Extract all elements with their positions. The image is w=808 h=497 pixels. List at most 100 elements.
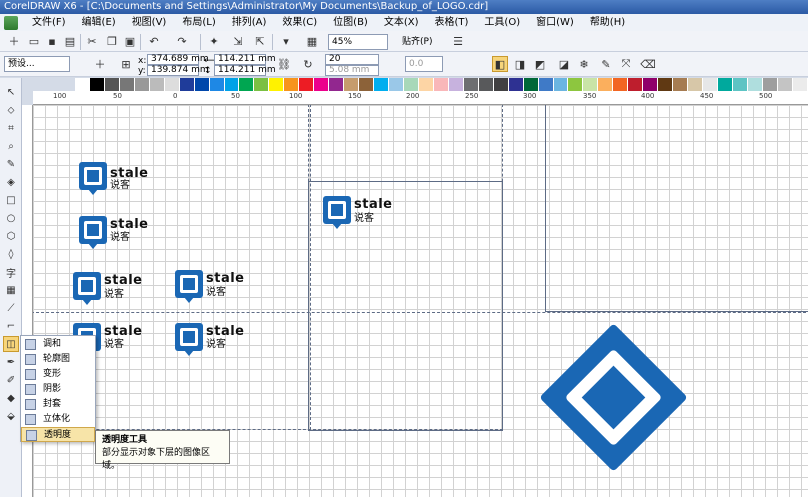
x-position-field[interactable]: 374.689 mm xyxy=(147,54,209,65)
title-bar: CorelDRAW X6 - [C:\Documents and Setting… xyxy=(0,0,808,14)
logo-brand: stale xyxy=(110,217,149,232)
options-icon[interactable]: ☰ xyxy=(450,33,466,49)
copy-fill-icon[interactable]: ◪ xyxy=(556,56,572,72)
eyedropper-tool-icon[interactable]: ✒ xyxy=(3,354,19,370)
flyout-item-transparency[interactable]: 透明度 xyxy=(21,427,95,442)
search-content-icon[interactable]: ✦ xyxy=(206,33,222,49)
polygon-tool-icon[interactable]: ⬡ xyxy=(3,228,19,244)
page-box-right xyxy=(545,105,808,312)
rectangle-tool-icon[interactable]: □ xyxy=(3,192,19,208)
preset-select[interactable]: 预设... xyxy=(4,56,70,72)
menu-help[interactable]: 帮助(H) xyxy=(582,14,633,31)
toolbox: ↖ ⬦ ⌗ ⌕ ✎ ◈ □ ○ ⬡ ◊ 字 ▦ ⟋ ⌐ ◫ ✒ ✐ ◆ ⬙ xyxy=(0,78,22,497)
rotate-icon[interactable]: ↻ xyxy=(300,56,316,72)
logo-sub: 说客 xyxy=(110,232,130,243)
crop-tool-icon[interactable]: ⌗ xyxy=(3,120,19,136)
flyout-item-extrude[interactable]: 立体化 xyxy=(21,412,95,427)
export-icon[interactable]: ⇱ xyxy=(252,33,268,49)
new-icon[interactable]: ＋ xyxy=(6,33,22,49)
interactive-fill-icon[interactable]: ◧ xyxy=(492,56,508,72)
clear-icon[interactable]: ⌫ xyxy=(640,56,656,72)
step-y-field[interactable]: 5.08 mm xyxy=(325,65,379,76)
logo-brand: stale xyxy=(354,197,393,212)
menu-table[interactable]: 表格(T) xyxy=(427,14,477,31)
outline-pen-icon[interactable]: ✐ xyxy=(3,372,19,388)
effects-flyout-menu: 调和 轮廓图 变形 阴影 封套 立体化 透明度 xyxy=(20,335,96,442)
zoom-level-select[interactable]: 45% xyxy=(328,34,388,50)
flyout-item-envelope[interactable]: 封套 xyxy=(21,397,95,412)
undo-icon[interactable]: ↶ xyxy=(146,33,162,49)
flyout-item-shadow[interactable]: 阴影 xyxy=(21,382,95,397)
menu-tools[interactable]: 工具(O) xyxy=(476,14,528,31)
zoom-tool-icon[interactable]: ⌕ xyxy=(3,138,19,154)
step-x-field[interactable]: 20 xyxy=(325,54,379,65)
flyout-item-distort[interactable]: 变形 xyxy=(21,367,95,382)
connector-tool-icon[interactable]: ⌐ xyxy=(3,318,19,334)
flyout-item-blend[interactable]: 调和 xyxy=(21,337,95,352)
logo-mark[interactable] xyxy=(175,323,203,356)
logo-mark[interactable] xyxy=(79,162,107,195)
selected-logo-mark[interactable] xyxy=(539,323,688,472)
table-tool-icon[interactable]: ▦ xyxy=(3,282,19,298)
blend-tool-icon[interactable]: ◫ xyxy=(3,336,19,352)
welcome-screen-icon[interactable]: ▦ xyxy=(304,33,320,49)
distort-icon xyxy=(25,369,36,380)
menu-window[interactable]: 窗口(W) xyxy=(528,14,582,31)
dimension-tool-icon[interactable]: ⟋ xyxy=(3,300,19,316)
logo-mark[interactable] xyxy=(73,272,101,305)
shadow-icon xyxy=(25,384,36,395)
logo-sub: 说客 xyxy=(110,180,130,191)
save-icon[interactable]: ▪ xyxy=(44,33,60,49)
transform-icon[interactable]: ⤧ xyxy=(618,56,634,72)
menu-effects[interactable]: 效果(C) xyxy=(274,14,325,31)
menu-arrange[interactable]: 排列(A) xyxy=(224,14,275,31)
menu-file[interactable]: 文件(F) xyxy=(24,14,74,31)
logo-mark[interactable] xyxy=(323,196,351,229)
import-icon[interactable]: ⇲ xyxy=(230,33,246,49)
flyout-item-contour[interactable]: 轮廓图 xyxy=(21,352,95,367)
logo-mark[interactable] xyxy=(79,216,107,249)
outline-width-field[interactable]: 0.0 xyxy=(405,56,443,72)
open-icon[interactable]: ▭ xyxy=(26,33,42,49)
logo-sub: 说客 xyxy=(104,289,124,300)
add-preset-icon[interactable]: ＋ xyxy=(92,56,108,72)
menu-layout[interactable]: 布局(L) xyxy=(174,14,223,31)
freehand-tool-icon[interactable]: ✎ xyxy=(3,156,19,172)
lock-ratio-icon[interactable]: ⛓ xyxy=(276,56,292,72)
tool-tooltip: 透明度工具 部分显示对象下层的图像区域。 xyxy=(95,430,230,471)
freeze-icon[interactable]: ❄ xyxy=(576,56,592,72)
property-bar: 预设... ＋ ⊞ x: 374.689 mm y: 139.874 mm ⟷ … xyxy=(0,52,808,77)
color-palette[interactable] xyxy=(75,78,808,91)
extrude-icon xyxy=(25,414,36,425)
logo-mark[interactable] xyxy=(175,270,203,303)
eyedropper-icon[interactable]: ◩ xyxy=(532,56,548,72)
pick-tool-icon[interactable]: ↖ xyxy=(3,84,19,100)
cut-icon[interactable]: ✂ xyxy=(84,33,100,49)
print-icon[interactable]: ▤ xyxy=(62,33,78,49)
menu-text[interactable]: 文本(X) xyxy=(376,14,427,31)
smart-fill-icon[interactable]: ◈ xyxy=(3,174,19,190)
application-launcher-icon[interactable]: ▾ xyxy=(278,33,294,49)
width-field[interactable]: 114.211 mm xyxy=(214,54,276,65)
y-position-field[interactable]: 139.874 mm xyxy=(147,65,209,76)
text-tool-icon[interactable]: 字 xyxy=(3,264,19,280)
envelope-icon xyxy=(25,399,36,410)
shape-tool-icon[interactable]: ⬦ xyxy=(3,102,19,118)
basic-shapes-icon[interactable]: ◊ xyxy=(3,246,19,262)
menu-edit[interactable]: 编辑(E) xyxy=(74,14,124,31)
transparency-icon xyxy=(26,430,37,441)
menu-view[interactable]: 视图(V) xyxy=(124,14,175,31)
logo-sub: 说客 xyxy=(354,213,374,224)
edit-fill-icon[interactable]: ✎ xyxy=(598,56,614,72)
height-field[interactable]: 114.211 mm xyxy=(214,65,276,76)
interactive-fill-tool-icon[interactable]: ⬙ xyxy=(3,408,19,424)
mesh-fill-icon[interactable]: ◨ xyxy=(512,56,528,72)
paste-icon[interactable]: ▣ xyxy=(122,33,138,49)
copy-icon[interactable]: ❐ xyxy=(104,33,120,49)
ellipse-tool-icon[interactable]: ○ xyxy=(3,210,19,226)
tooltip-title: 透明度工具 xyxy=(102,435,148,445)
menu-bitmaps[interactable]: 位图(B) xyxy=(325,14,376,31)
redo-icon[interactable]: ↷ xyxy=(174,33,190,49)
fill-tool-icon[interactable]: ◆ xyxy=(3,390,19,406)
snap-to-dropdown[interactable]: 贴齐(P) xyxy=(402,36,432,48)
